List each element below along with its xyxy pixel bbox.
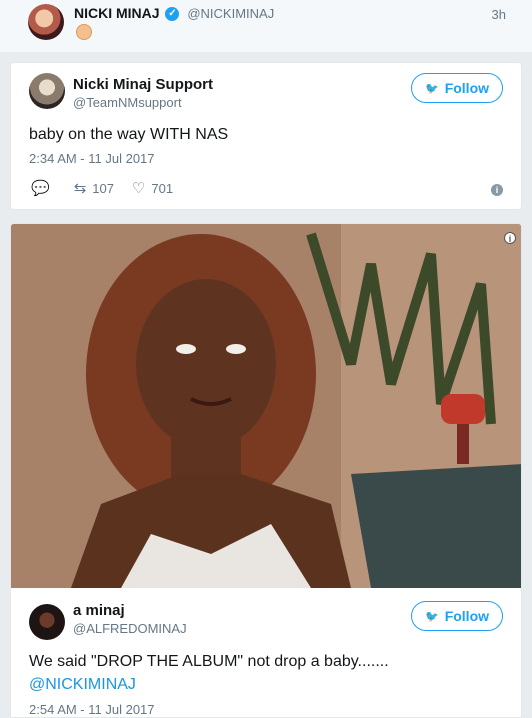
mention-link[interactable]: @NICKIMINAJ [29, 676, 136, 693]
top-tweet-header: NICKI MINAJ ✓ @NICKIMINAJ [74, 5, 274, 22]
heart-icon: ♡ [131, 180, 146, 197]
verified-icon: ✓ [165, 7, 180, 22]
user-handle[interactable]: @TeamNMsupport [73, 95, 182, 110]
info-icon[interactable]: i [491, 184, 503, 196]
tweet-text: baby on the way WITH NAS [29, 126, 229, 143]
retweet-count: 107 [92, 180, 114, 196]
tweet-time[interactable]: 3h [492, 7, 506, 22]
reply-button[interactable]: 💬 [31, 179, 56, 197]
avatar[interactable] [28, 4, 64, 40]
twitter-bird-icon: 🐦 [424, 610, 439, 623]
like-button[interactable]: ♡ 701 [132, 179, 173, 197]
tweet-text: We said "DROP THE ALBUM" not drop a baby… [29, 650, 389, 696]
baby-emoji-icon [76, 24, 92, 40]
tweet-timestamp[interactable]: 2:54 AM - 11 Jul 2017 [29, 702, 155, 717]
tweet-actions: 💬 ⇆ 107 ♡ 701 [31, 179, 191, 197]
user-handle[interactable]: @ALFREDOMINAJ [73, 621, 187, 636]
tweet-card: Nicki Minaj Support @TeamNMsupport 🐦 Fol… [10, 62, 522, 210]
tweet-timestamp[interactable]: 2:34 AM - 11 Jul 2017 [29, 151, 155, 166]
retweet-button[interactable]: ⇆ 107 [74, 179, 114, 197]
user-handle[interactable]: @NICKIMINAJ [187, 6, 274, 21]
follow-label: Follow [444, 608, 490, 624]
like-count: 701 [151, 180, 174, 196]
retweet-icon: ⇆ [73, 180, 87, 197]
follow-button[interactable]: 🐦 Follow [411, 601, 503, 631]
avatar[interactable] [29, 73, 65, 109]
twitter-bird-icon: 🐦 [424, 82, 439, 95]
tweet-text-line: We said "DROP THE ALBUM" not drop a baby… [29, 653, 389, 670]
info-icon[interactable]: i [504, 232, 516, 244]
top-tweet-strip: NICKI MINAJ ✓ @NICKIMINAJ 3h [0, 0, 532, 52]
display-name[interactable]: NICKI MINAJ [74, 5, 160, 21]
reply-icon: 💬 [31, 180, 50, 197]
photo-illustration [11, 224, 521, 588]
follow-button[interactable]: 🐦 Follow [411, 73, 503, 103]
display-name[interactable]: a minaj [73, 602, 125, 619]
follow-label: Follow [444, 80, 490, 96]
tweet-card: i a minaj @ALFREDOMINAJ 🐦 Follow We said… [10, 223, 522, 718]
avatar[interactable] [29, 604, 65, 640]
tweet-media-image[interactable]: i [11, 224, 521, 588]
display-name[interactable]: Nicki Minaj Support [73, 76, 213, 93]
